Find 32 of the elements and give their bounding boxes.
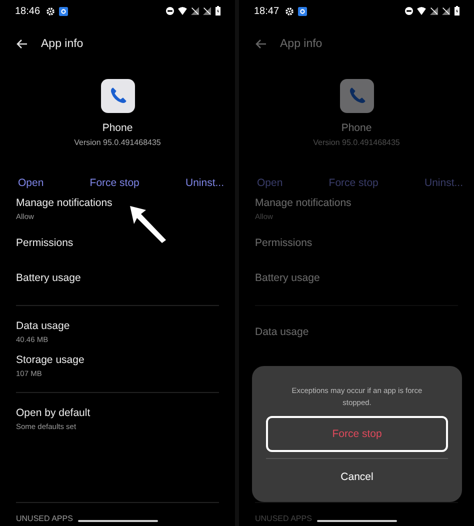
do-not-disturb-icon xyxy=(405,7,413,15)
back-arrow-icon[interactable] xyxy=(16,39,28,49)
app-version: Version 95.0.491468435 xyxy=(312,138,401,147)
phone-app-icon xyxy=(340,79,374,113)
wifi-icon xyxy=(417,7,426,15)
battery-icon xyxy=(454,6,460,16)
app-name: Phone xyxy=(101,122,134,134)
status-time: 18:46 xyxy=(15,6,40,16)
app-notification-icon xyxy=(59,6,68,16)
wifi-icon xyxy=(178,7,187,15)
settings-item[interactable]: Permissions xyxy=(0,225,235,260)
phone-app-icon xyxy=(100,79,134,113)
page-title: App info xyxy=(280,38,322,50)
battery-icon xyxy=(215,6,221,16)
action-button[interactable]: Uninst... xyxy=(181,175,228,191)
section-header: UNUSED APPS xyxy=(255,514,312,525)
settings-item[interactable]: Battery usage xyxy=(239,260,474,295)
status-time: 18:47 xyxy=(254,6,280,16)
gear-icon xyxy=(285,6,294,16)
do-not-disturb-icon xyxy=(166,7,174,15)
settings-item[interactable]: Permissions xyxy=(239,225,474,260)
app-notification-icon xyxy=(298,6,308,16)
settings-item[interactable]: Battery usage xyxy=(0,260,235,295)
action-button[interactable]: Open xyxy=(14,175,48,191)
app-name: Phone xyxy=(340,122,373,134)
section-header: UNUSED APPS xyxy=(16,514,73,525)
page-title: App info xyxy=(41,38,84,50)
action-button[interactable]: Force stop xyxy=(86,175,144,191)
cancel-button[interactable]: Cancel xyxy=(330,465,384,489)
settings-item[interactable]: Data usage xyxy=(239,314,474,349)
gear-icon xyxy=(46,6,56,16)
app-version: Version 95.0.491468435 xyxy=(73,138,162,147)
